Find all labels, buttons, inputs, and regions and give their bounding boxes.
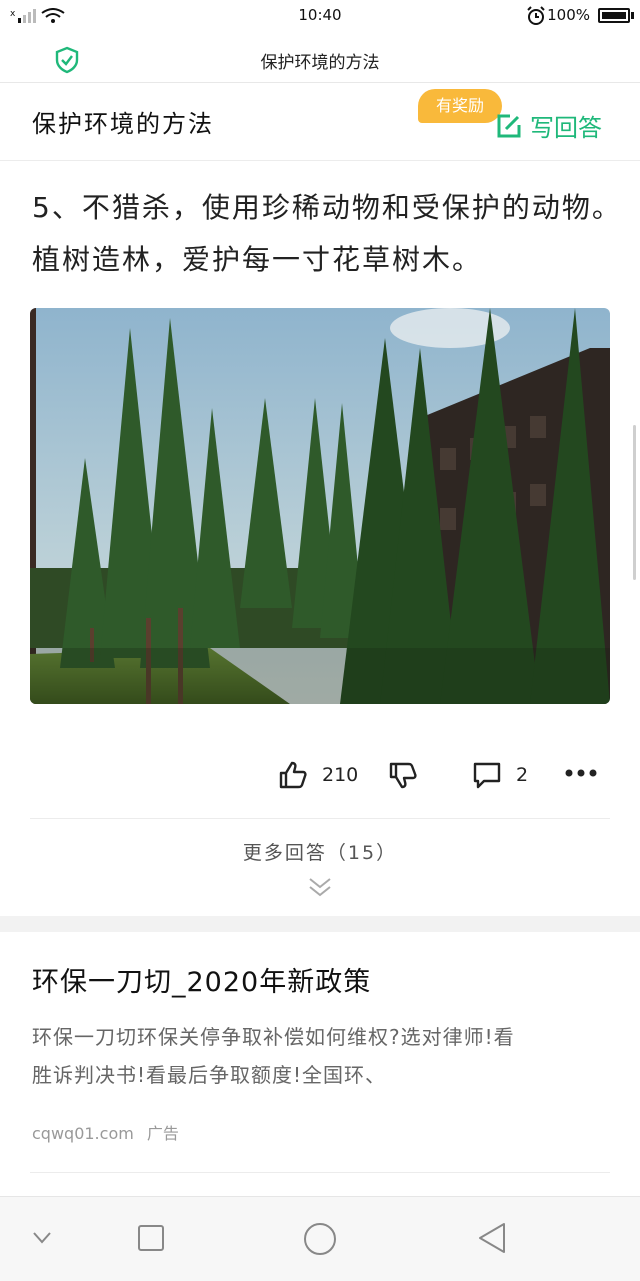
ad-source: cqwq01.com xyxy=(32,1124,134,1143)
divider xyxy=(30,818,610,819)
trees-photo xyxy=(30,308,610,704)
alarm-icon xyxy=(527,6,545,25)
ad-description-line: 胜诉判决书!看最后争取额度!全国环、 xyxy=(32,1063,387,1087)
title-bar: 保护环境的方法 xyxy=(0,34,640,83)
like-button[interactable]: 210 xyxy=(278,760,358,790)
ad-label: 广告 xyxy=(146,1124,179,1143)
scrollbar[interactable] xyxy=(633,425,636,580)
thumbs-up-icon xyxy=(279,761,307,789)
status-bar: x 10:40 100% xyxy=(0,0,640,34)
answer-text-line: 植树造林，爱护每一寸花草树木。 xyxy=(32,243,483,276)
ad-description-line: 环保一刀切环保关停争取补偿如何维权?选对律师!看 xyxy=(32,1025,515,1049)
reward-badge: 有奖励 xyxy=(418,89,502,123)
edit-icon xyxy=(497,114,521,137)
divider xyxy=(30,1172,610,1173)
battery-icon xyxy=(598,8,630,23)
answer-text: 5、不猎杀，使用珍稀动物和受保护的动物。 植树造林，爱护每一寸花草树木。 xyxy=(32,182,622,286)
ad-meta: cqwq01.com 广告 xyxy=(32,1120,179,1144)
write-answer-button[interactable]: 写回答 xyxy=(496,108,602,143)
home-icon[interactable] xyxy=(302,1221,338,1257)
collapse-chevron-icon[interactable] xyxy=(32,1231,52,1245)
comment-button[interactable]: 2 xyxy=(472,760,528,790)
page-title: 保护环境的方法 xyxy=(260,53,380,73)
divider xyxy=(0,160,640,161)
more-options-button[interactable] xyxy=(564,768,598,778)
more-answers-link[interactable]: 更多回答（15） xyxy=(0,838,640,865)
like-count: 210 xyxy=(322,764,359,786)
ad-description[interactable]: 环保一刀切环保关停争取补偿如何维权?选对律师!看 胜诉判决书!看最后争取额度!全… xyxy=(32,1018,612,1094)
section-separator xyxy=(0,916,640,932)
battery-percentage: 100% xyxy=(547,6,590,24)
ad-title[interactable]: 环保一刀切_2020年新政策 xyxy=(32,960,371,999)
back-icon[interactable] xyxy=(476,1221,508,1255)
answer-actions: 210 2 xyxy=(0,760,640,804)
recent-apps-icon[interactable] xyxy=(136,1223,166,1253)
question-title[interactable]: 保护环境的方法 xyxy=(32,104,214,139)
write-answer-label: 写回答 xyxy=(530,114,602,142)
comment-count: 2 xyxy=(516,764,529,786)
answer-photo[interactable] xyxy=(30,308,610,704)
comment-icon xyxy=(473,762,501,789)
navigation-bar xyxy=(0,1196,640,1281)
double-chevron-down-icon[interactable] xyxy=(308,876,332,898)
answer-text-line: 5、不猎杀，使用珍稀动物和受保护的动物。 xyxy=(32,191,622,224)
thumbs-down-icon xyxy=(389,762,417,789)
battery-tip xyxy=(631,12,634,19)
dislike-button[interactable] xyxy=(388,760,418,790)
more-dots-icon xyxy=(565,769,597,777)
